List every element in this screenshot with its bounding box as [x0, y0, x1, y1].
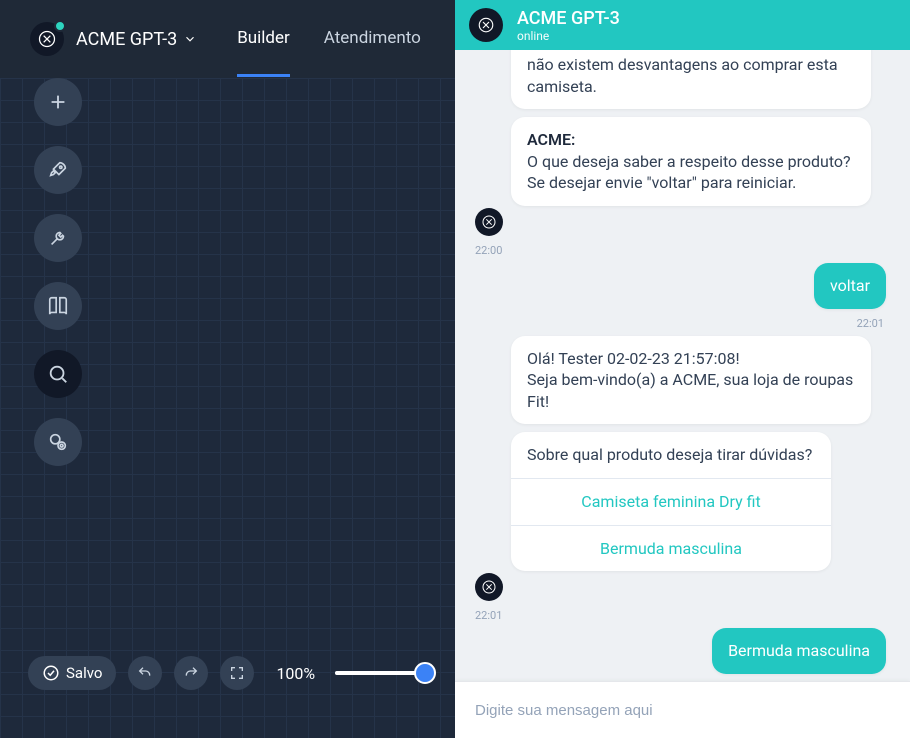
topbar: ACME GPT-3 Builder Atendimento [0, 0, 455, 78]
saved-indicator: Salvo [28, 656, 116, 690]
check-circle-icon [42, 664, 60, 682]
chat-status: online [517, 29, 620, 43]
zoom-label: 100% [276, 664, 315, 683]
brand-title: ACME GPT-3 [76, 29, 177, 50]
saved-label: Salvo [66, 664, 102, 682]
toolbar [34, 78, 82, 466]
user-message: Bermuda masculina [712, 628, 886, 674]
timestamp: 22:01 [475, 317, 884, 330]
message-input[interactable] [473, 701, 892, 720]
chat-header: ACME GPT-3 online [455, 0, 910, 50]
rocket-button[interactable] [34, 146, 82, 194]
composer [455, 681, 910, 738]
redo-icon [183, 665, 199, 681]
tab-builder[interactable]: Builder [237, 2, 290, 77]
cog-icon [47, 431, 69, 453]
chevron-down-icon[interactable] [183, 32, 197, 46]
chat-title: ACME GPT-3 [517, 8, 620, 29]
rocket-icon [47, 159, 69, 181]
settings-button[interactable] [34, 418, 82, 466]
slider-thumb[interactable] [414, 662, 436, 684]
plus-icon [47, 91, 69, 113]
tab-atendimento[interactable]: Atendimento [324, 2, 421, 77]
brand[interactable]: ACME GPT-3 [30, 22, 197, 56]
timestamp: 22:01 [475, 609, 886, 622]
add-button[interactable] [34, 78, 82, 126]
option-camiseta[interactable]: Camiseta feminina Dry fit [511, 478, 831, 525]
wrench-button[interactable] [34, 214, 82, 262]
bot-options-card: Sobre qual produto deseja tirar dúvidas?… [511, 432, 831, 571]
undo-button[interactable] [128, 656, 162, 690]
user-message: voltar [814, 263, 886, 309]
book-button[interactable] [34, 282, 82, 330]
option-bermuda[interactable]: Bermuda masculina [511, 525, 831, 572]
search-icon [47, 363, 69, 385]
bot-message: não existem desvantagens ao comprar esta… [511, 50, 871, 109]
builder-panel: ACME GPT-3 Builder Atendimento [0, 0, 455, 738]
redo-button[interactable] [174, 656, 208, 690]
status-dot [54, 20, 66, 32]
undo-icon [137, 665, 153, 681]
search-button[interactable] [34, 350, 82, 398]
fullscreen-icon [229, 665, 245, 681]
chat-body[interactable]: não existem desvantagens ao comprar esta… [455, 50, 910, 681]
tabs: Builder Atendimento [237, 2, 421, 77]
chat-panel: ACME GPT-3 online não existem desvantage… [455, 0, 910, 738]
timestamp: 22:00 [475, 244, 886, 257]
bot-message: ACME: O que deseja saber a respeito dess… [511, 117, 871, 206]
bot-message: Olá! Tester 02-02-23 21:57:08! Seja bem-… [511, 336, 871, 425]
chat-avatar-icon [469, 8, 503, 42]
fullscreen-button[interactable] [220, 656, 254, 690]
options-prompt: Sobre qual produto deseja tirar dúvidas? [511, 432, 831, 478]
bot-avatar-icon [475, 208, 503, 236]
bot-avatar-icon [475, 573, 503, 601]
wrench-icon [47, 227, 69, 249]
zoom-slider[interactable] [335, 671, 435, 675]
bottom-bar: Salvo 100% [28, 656, 435, 690]
book-icon [47, 295, 69, 317]
